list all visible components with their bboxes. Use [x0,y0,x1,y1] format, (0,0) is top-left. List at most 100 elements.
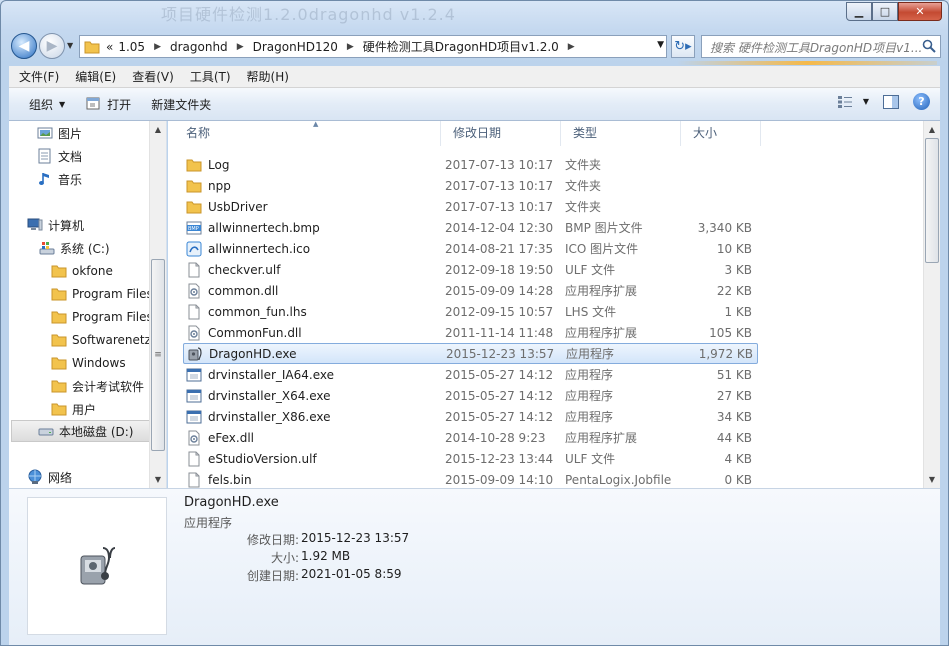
folder-file-icon [186,159,202,171]
details-file-name: DragonHD.exe [184,495,279,510]
column-type-label: 类型 [573,126,598,140]
breadcrumb-separator-icon[interactable]: ▶ [233,42,248,52]
minimize-button[interactable]: ▁ [846,2,872,21]
file-size: 22 KB [716,283,752,298]
change-view-button[interactable]: ▼ [837,95,869,109]
file-row[interactable]: eFex.dll 2014-10-28 9:23 应用程序扩展 44 KB [183,427,758,448]
breadcrumb-item[interactable]: dragonhd [165,40,233,54]
folder-icon [51,357,67,370]
file-row[interactable]: fels.bin 2015-09-09 14:10 PentaLogix.Jobfi… [183,469,758,488]
details-size-value: 1.92 MB [301,549,351,563]
file-list-scrollbar[interactable]: ▲ ▼ [923,121,940,488]
file-row[interactable]: common.dll 2015-09-09 14:28 应用程序扩展 22 KB [183,280,758,301]
navigation-pane: 图片 文档 音乐 计算机 系统 (C:) okfone Program File… [9,121,167,488]
refresh-button[interactable]: ↻▸ [671,35,695,58]
file-size: 27 KB [716,388,752,403]
file-list-scroll-thumb[interactable] [925,138,939,263]
sidebar-item-okfone[interactable]: okfone [51,260,113,282]
column-header-name[interactable]: ▲ 名称 [174,121,441,146]
file-date: 2014-08-21 17:35 [445,241,554,256]
sidebar-scroll-thumb[interactable]: ≡ [151,259,165,451]
dll-file-icon [188,430,200,445]
details-modified-value[interactable]: 2015-12-23 13:57 [299,531,409,548]
menu-view[interactable]: 查看(V) [124,66,182,88]
close-button[interactable]: ✕ [898,2,942,21]
sidebar-item-documents[interactable]: 文档 [37,145,82,167]
file-row[interactable]: Log 2017-07-13 10:17 文件夹 [183,154,758,175]
file-row[interactable]: UsbDriver 2017-07-13 10:17 文件夹 [183,196,758,217]
help-icon[interactable]: ? [913,93,930,110]
file-name: CommonFun.dll [208,325,302,340]
address-dropdown-icon[interactable]: ▼ [657,40,664,50]
file-date: 2015-05-27 14:12 [445,388,554,403]
maximize-button[interactable]: □ [872,2,898,21]
file-row[interactable]: CommonFun.dll 2011-11-14 11:48 应用程序扩展 105 K… [183,322,758,343]
preview-pane-icon[interactable] [883,94,899,109]
file-row[interactable]: checkver.ulf 2012-09-18 19:50 ULF 文件 3 KB [183,259,758,280]
file-name: allwinnertech.bmp [208,220,320,235]
column-header-date[interactable]: 修改日期 [441,121,561,146]
file-row[interactable]: drvinstaller_X64.exe 2015-05-27 14:12 应用程序… [183,385,758,406]
organize-button[interactable]: 组织 ▼ [19,92,75,116]
new-folder-button[interactable]: 新建文件夹 [141,92,221,116]
sidebar-item-music[interactable]: 音乐 [37,168,82,190]
breadcrumb-item[interactable]: 硬件检测工具DragonHD项目v1.2.0 [358,38,564,55]
sidebar-item-users[interactable]: 用户 [51,398,96,420]
open-button[interactable]: 打开 [75,92,141,116]
address-bar[interactable]: « 1.05 ▶ dragonhd ▶ DragonHD120 ▶ 硬件检测工具… [79,35,667,58]
sidebar-item-program-files[interactable]: Program Files [51,283,153,305]
breadcrumb-item[interactable]: 1.05 [113,40,150,54]
search-input[interactable]: 搜索 硬件检测工具DragonHD项目v1... [701,35,941,58]
column-header-size[interactable]: 大小 [681,121,761,146]
file-size: 3,340 KB [697,220,752,235]
sidebar-item-local-disk-d[interactable]: 本地磁盘 (D:) [11,420,153,442]
breadcrumb-separator-icon[interactable]: ▶ [150,42,165,52]
file-name: UsbDriver [208,199,268,214]
breadcrumb-overflow[interactable]: « [106,40,113,54]
menu-help[interactable]: 帮助(H) [239,66,297,88]
scroll-up-icon[interactable]: ▲ [150,121,166,138]
sidebar-item-label: okfone [72,264,113,278]
sidebar-item-windows[interactable]: Windows [51,352,126,374]
file-date: 2015-12-23 13:44 [445,451,554,466]
menu-edit[interactable]: 编辑(E) [67,66,124,88]
forward-button[interactable]: ▶ [39,33,65,59]
file-row[interactable]: common_fun.lhs 2012-09-15 10:57 LHS 文件 1 KB [183,301,758,322]
exe-file-icon [186,410,202,423]
file-row[interactable]: drvinstaller_X86.exe 2015-05-27 14:12 应用程序… [183,406,758,427]
sidebar-item-system-drive[interactable]: 系统 (C:) [39,237,110,259]
recent-pages-dropdown[interactable]: ▼ [67,41,73,50]
menu-file[interactable]: 文件(F) [11,66,67,88]
file-row[interactable]: drvinstaller_IA64.exe 2015-05-27 14:12 应用程… [183,364,758,385]
column-name-label: 名称 [186,126,211,140]
file-file-icon [188,304,200,319]
breadcrumb-separator-icon[interactable]: ▶ [343,42,358,52]
breadcrumb-separator-icon[interactable]: ▶ [564,42,579,52]
search-icon[interactable] [922,39,936,53]
breadcrumb-item[interactable]: DragonHD120 [248,40,343,54]
sidebar-item-softwarenetz[interactable]: Softwarenetz [51,329,151,351]
file-size: 3 KB [724,262,752,277]
dragonhd-app-icon [80,547,116,585]
file-row[interactable]: eStudioVersion.ulf 2015-12-23 13:44 ULF 文件… [183,448,758,469]
folder-icon [51,265,67,278]
back-button[interactable]: ◀ [11,33,37,59]
scroll-down-icon[interactable]: ▼ [150,471,166,488]
column-header-type[interactable]: 类型 [561,121,681,146]
details-created-value[interactable]: 2021-01-05 8:59 [299,567,402,584]
sidebar-item-pictures[interactable]: 图片 [37,122,82,144]
sidebar-scrollbar[interactable]: ▲ ≡ ▼ [149,121,166,488]
sidebar-item-network[interactable]: 网络 [27,466,72,488]
sidebar-item-program-files-x86[interactable]: Program Files [51,306,153,328]
file-row[interactable]: BMP allwinnertech.bmp 2014-12-04 12:30 BMP … [183,217,758,238]
file-row[interactable]: npp 2017-07-13 10:17 文件夹 [183,175,758,196]
scroll-down-icon[interactable]: ▼ [924,471,940,488]
sidebar-item-accounting[interactable]: 会计考试软件 [51,375,144,397]
file-row[interactable]: DragonHD.exe 2015-12-23 13:57 应用程序 1,972 KB [183,343,758,364]
menu-tools[interactable]: 工具(T) [182,66,239,88]
scroll-up-icon[interactable]: ▲ [924,121,940,138]
file-date: 2015-05-27 14:12 [445,367,554,382]
folder-file-icon [186,201,202,213]
file-row[interactable]: allwinnertech.ico 2014-08-21 17:35 ICO 图片文… [183,238,758,259]
sidebar-item-computer[interactable]: 计算机 [27,214,84,236]
